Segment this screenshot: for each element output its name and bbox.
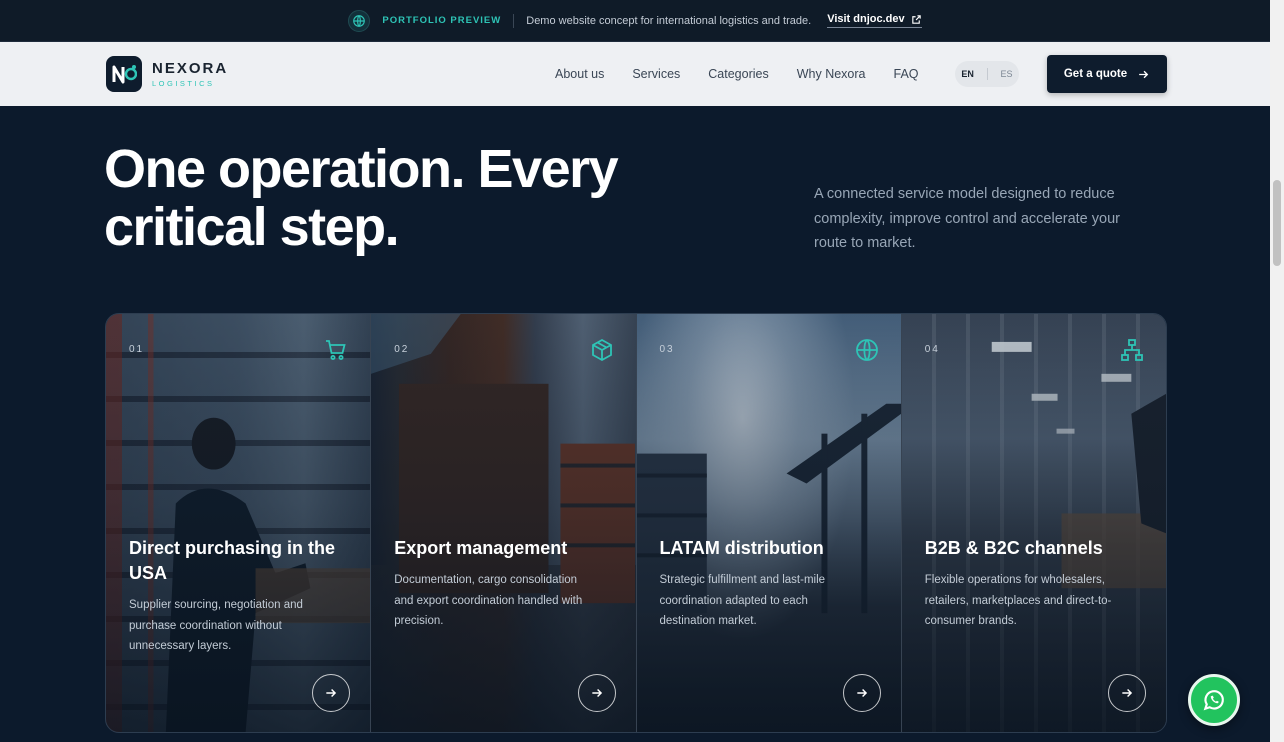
get-quote-button[interactable]: Get a quote <box>1047 55 1167 93</box>
portfolio-banner: PORTFOLIO PREVIEW Demo website concept f… <box>0 0 1270 42</box>
nav-item-categories[interactable]: Categories <box>708 67 768 81</box>
card-number: 02 <box>394 344 410 355</box>
get-quote-label: Get a quote <box>1063 68 1128 80</box>
globe-icon <box>348 9 371 32</box>
nav-item-services[interactable]: Services <box>632 67 680 81</box>
visit-link[interactable]: Visit dnjoc.dev <box>827 13 922 28</box>
arrow-right-icon <box>1122 688 1133 698</box>
card-description: Documentation, cargo consolidation and e… <box>394 574 583 627</box>
arrow-right-icon <box>591 688 602 698</box>
page-scrollbar[interactable] <box>1270 0 1284 742</box>
visit-link-label: Visit dnjoc.dev <box>827 13 905 25</box>
nav-item-why-nexora[interactable]: Why Nexora <box>797 67 866 81</box>
whatsapp-button[interactable] <box>1188 674 1240 726</box>
service-card-export[interactable]: 02 Export management Documentation, carg… <box>371 314 637 732</box>
globe-icon <box>855 339 878 361</box>
card-number: 03 <box>659 344 675 355</box>
external-link-icon <box>911 14 921 24</box>
arrow-right-icon <box>1139 70 1149 78</box>
card-arrow-button[interactable] <box>1108 674 1146 712</box>
network-icon <box>1121 339 1143 361</box>
service-card-latam[interactable]: 03 LATAM distribution Strategic fulfillm… <box>636 314 902 732</box>
card-arrow-button[interactable] <box>312 674 351 712</box>
card-description: Supplier sourcing, negotiation and purch… <box>129 599 303 652</box>
card-number: 01 <box>129 344 145 355</box>
card-title: B2B & B2C channels <box>924 538 1103 558</box>
cart-icon <box>326 340 346 360</box>
nav-item-faq[interactable]: FAQ <box>894 67 919 81</box>
hero-subtitle: A connected service model designed to re… <box>814 186 1120 251</box>
hero-title: One operation. Every critical step. <box>104 139 619 257</box>
language-switcher: EN ES <box>955 61 1019 87</box>
logo-mark-icon <box>106 56 142 92</box>
service-card-purchasing[interactable]: 01 Direct purchasing in the USA Supplier… <box>106 314 372 732</box>
portfolio-badge: PORTFOLIO PREVIEW <box>382 15 502 26</box>
card-title: LATAM distribution <box>659 538 824 558</box>
service-card-channels[interactable]: 04 B2B & B2C channels Flexible operation… <box>901 314 1166 732</box>
arrow-right-icon <box>857 688 867 698</box>
card-description: Strategic fulfillment and last-mile coor… <box>659 574 826 627</box>
card-number: 04 <box>924 344 940 355</box>
card-arrow-button[interactable] <box>577 674 616 712</box>
box-icon <box>591 338 612 362</box>
brand-name: NEXORA <box>152 60 229 77</box>
lang-es[interactable]: ES <box>1001 69 1013 79</box>
nav-item-about[interactable]: About us <box>555 67 604 81</box>
lang-en[interactable]: EN <box>961 69 974 79</box>
lang-divider <box>986 68 988 80</box>
card-description: Flexible operations for wholesalers, ret… <box>924 574 1112 627</box>
card-arrow-button[interactable] <box>842 674 881 712</box>
nav-menu: About us Services Categories Why Nexora … <box>555 67 919 81</box>
brand-logo[interactable]: NEXORA LOGISTICS <box>106 56 228 92</box>
card-title: Direct purchasing in the USA <box>129 538 336 583</box>
banner-text: Demo website concept for international l… <box>526 14 812 27</box>
card-title: Export management <box>394 538 568 558</box>
main-nav: NEXORA LOGISTICS About us Services Categ… <box>0 42 1270 106</box>
brand-subtitle: LOGISTICS <box>152 79 215 88</box>
services-cards: 01 Direct purchasing in the USA Supplier… <box>105 313 1167 733</box>
whatsapp-icon <box>1203 690 1224 711</box>
scrollbar-thumb[interactable] <box>1273 180 1281 266</box>
arrow-right-icon <box>326 688 337 698</box>
banner-divider <box>513 13 515 28</box>
